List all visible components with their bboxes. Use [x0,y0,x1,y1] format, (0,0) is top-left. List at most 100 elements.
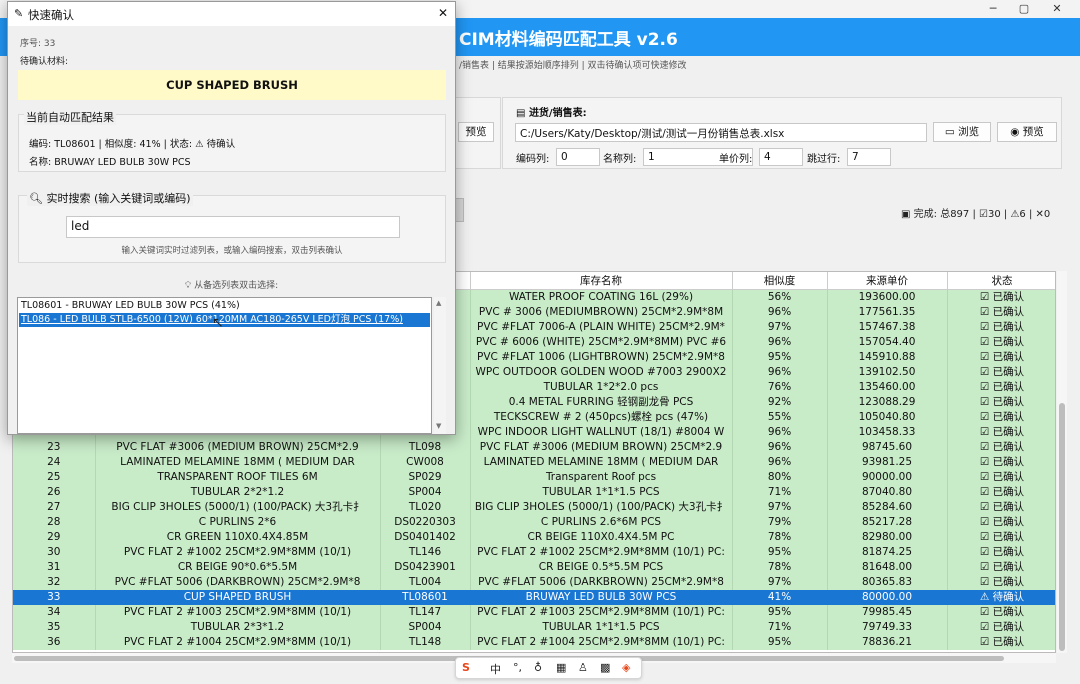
cell-no: 31 [13,559,96,575]
cell-no: 23 [13,439,96,455]
status-cell: ☑ 已确认 [947,559,1055,575]
cell-price: 87040.80 [827,484,948,500]
table-row[interactable]: 24 LAMINATED MELAMINE 18MM ( MEDIUM DAR CW… [13,454,1055,470]
skin-icon[interactable]: ♙ [578,661,588,674]
status-cell: ☑ 已确认 [947,544,1055,560]
cell-stock: WATER PROOF COATING 16L (29%) [470,289,733,305]
sales-section: ▤ 进货/销售表: C:/Users/Katy/Desktop/测试/测试一月份… [502,97,1062,169]
candidate-list[interactable]: TL08601 - BRUWAY LED BULB 30W PCS (41%) … [17,297,432,434]
cell-sim: 97% [732,574,828,590]
close-icon[interactable]: ✕ [1047,2,1067,15]
inventory-preview-button[interactable]: 预览 [458,122,494,142]
cell-no: 30 [13,544,96,560]
cell-sim: 80% [732,469,828,485]
current-match-title: 当前自动匹配结果 [24,109,116,125]
status-cell: ☑ 已确认 [947,304,1055,320]
list-item-selected[interactable]: TL086 - LED BULB STLB-6500 (12W) 60*120M… [19,313,430,327]
table-row[interactable]: 33 CUP SHAPED BRUSH TL08601 BRUWAY LED BULB… [13,589,1055,605]
sogou-logo-icon[interactable]: S [462,661,470,674]
cell-name: PVC FLAT #3006 (MEDIUM BROWN) 25CM*2.9 [95,439,381,455]
cell-sim: 96% [732,304,828,320]
cell-code: DS0401402 [380,529,471,545]
dialog-close-icon[interactable]: ✕ [438,6,448,20]
checkbox-icon: ☑ [979,455,993,468]
price-col-input[interactable]: 4 [759,148,803,166]
list-item[interactable]: TL08601 - BRUWAY LED BULB 30W PCS (41%) [19,299,430,313]
minimize-icon[interactable]: ─ [983,2,1003,15]
table-vertical-scrollbar[interactable] [1057,271,1067,653]
maximize-icon[interactable]: ▢ [1014,2,1034,15]
punctuation-icon[interactable]: °, [513,661,522,674]
cell-no: 36 [13,634,96,650]
current-match-line2: 名称: BRUWAY LED BULB 30W PCS [29,157,191,168]
table-row[interactable]: 26 TUBULAR 2*2*1.2 SP004 TUBULAR 1*1*1.5 PC… [13,484,1055,500]
ime-language-toggle[interactable]: 中 [490,661,501,677]
keyboard-icon[interactable]: ▦ [556,661,566,674]
checkbox-icon: ☑ [979,620,993,633]
candidate-list-scrollbar[interactable]: ▲ ▼ [434,297,446,434]
cell-stock: TUBULAR 1*1*1.5 PCS [470,619,733,635]
cell-sim: 95% [732,604,828,620]
browse-button[interactable]: ▭ 浏览 [933,122,991,142]
cell-sim: 78% [732,529,828,545]
table-row[interactable]: 32 PVC #FLAT 5006 (DARKBROWN) 25CM*2.9M*8… [13,574,1055,590]
cell-code: TL147 [380,604,471,620]
scroll-down-icon[interactable]: ▼ [436,422,441,430]
folder-icon: ▭ [944,126,959,138]
table-row[interactable]: 23 PVC FLAT #3006 (MEDIUM BROWN) 25CM*2.9… [13,439,1055,455]
cell-price: 79985.45 [827,604,948,620]
column-header[interactable]: 状态 [947,272,1055,290]
status-cell: ☑ 已确认 [947,574,1055,590]
cell-price: 82980.00 [827,529,948,545]
column-header[interactable]: 相似度 [732,272,828,290]
checkbox-icon: ☑ [979,530,993,543]
cell-price: 193600.00 [827,289,948,305]
cell-code: SP029 [380,469,471,485]
search-hint: 输入关键词实时过滤列表，或输入编码搜索，双击列表确认 [121,246,343,256]
status-text: 已确认 [992,455,1025,468]
cell-sim: 96% [732,334,828,350]
table-row[interactable]: 30 PVC FLAT 2 #1002 25CM*2.9M*8MM (10/1) T… [13,544,1055,560]
table-row[interactable]: 28 C PURLINS 2*6 DS0220303 C PURLINS 2.6*6M… [13,514,1055,530]
table-row[interactable]: 31 CR BEIGE 90*0.6*5.5M DS0423901 CR BEIGE … [13,559,1055,575]
microphone-icon[interactable]: ♁ [534,661,542,674]
table-row[interactable]: 36 PVC FLAT 2 #1004 25CM*2.9M*8MM (10/1) T… [13,634,1055,650]
splitter-handle[interactable] [455,198,464,222]
candidate-hint: 💡︎ 从备选列表双击选择: [184,281,279,291]
table-row[interactable]: 34 PVC FLAT 2 #1003 25CM*2.9M*8MM (10/1) T… [13,604,1055,620]
toolbox-icon[interactable]: ◈ [622,661,630,674]
mouse-cursor-icon: ↖ [212,315,224,331]
table-row[interactable]: 25 TRANSPARENT ROOF TILES 6M SP029 Transpar… [13,469,1055,485]
status-text: 已确认 [992,530,1025,543]
sequence-number: 序号: 33 [20,39,56,49]
search-input[interactable]: led [66,216,400,238]
cell-sim: 55% [732,409,828,425]
status-text: 已确认 [992,575,1025,588]
table-row[interactable]: 35 TUBULAR 2*3*1.2 SP004 TUBULAR 1*1*1.5 PC… [13,619,1055,635]
sales-file-path-input[interactable]: C:/Users/Katy/Desktop/测试/测试一月份销售总表.xlsx [515,123,927,142]
column-header[interactable]: 来源单价 [827,272,948,290]
current-match-card: 当前自动匹配结果 编码: TL08601 | 相似度: 41% | 状态: ⚠ … [18,109,446,172]
preview-button[interactable]: ◉ 预览 [997,122,1057,142]
vertical-scroll-thumb[interactable] [1059,403,1065,651]
app-subtitle: /销售表 | 结果按源始顺序排列 | 双击待确认项可快速修改 [459,61,687,71]
cell-stock: WPC INDOOR LIGHT WALLNUT (18/1) #8004 W [470,424,733,440]
cell-name: PVC FLAT 2 #1002 25CM*2.9M*8MM (10/1) [95,544,381,560]
table-row[interactable]: 27 BIG CLIP 3HOLES (5000/1) (100/PACK) 大3… [13,499,1055,515]
cell-stock: TUBULAR 1*1*1.5 PCS [470,484,733,500]
code-col-input[interactable]: 0 [556,148,600,166]
cell-price: 123088.29 [827,394,948,410]
skip-rows-input[interactable]: 7 [847,148,891,166]
cell-price: 85217.28 [827,514,948,530]
table-row[interactable]: 29 CR GREEN 110X0.4X4.85M DS0401402 CR BEIG… [13,529,1055,545]
checkbox-icon: ☑ [979,515,993,528]
cell-stock: 0.4 METAL FURRING 轻钢副龙骨 PCS [470,394,733,410]
grid-icon[interactable]: ▩ [600,661,610,674]
status-cell: ☑ 已确认 [947,469,1055,485]
status-cell: ⚠ 待确认 [947,589,1055,605]
checkbox-icon: ☑ [979,485,993,498]
scroll-up-icon[interactable]: ▲ [436,299,441,307]
status-text: 已确认 [992,425,1025,438]
checkbox-icon: ☑ [979,395,993,408]
column-header[interactable]: 库存名称 [470,272,733,290]
